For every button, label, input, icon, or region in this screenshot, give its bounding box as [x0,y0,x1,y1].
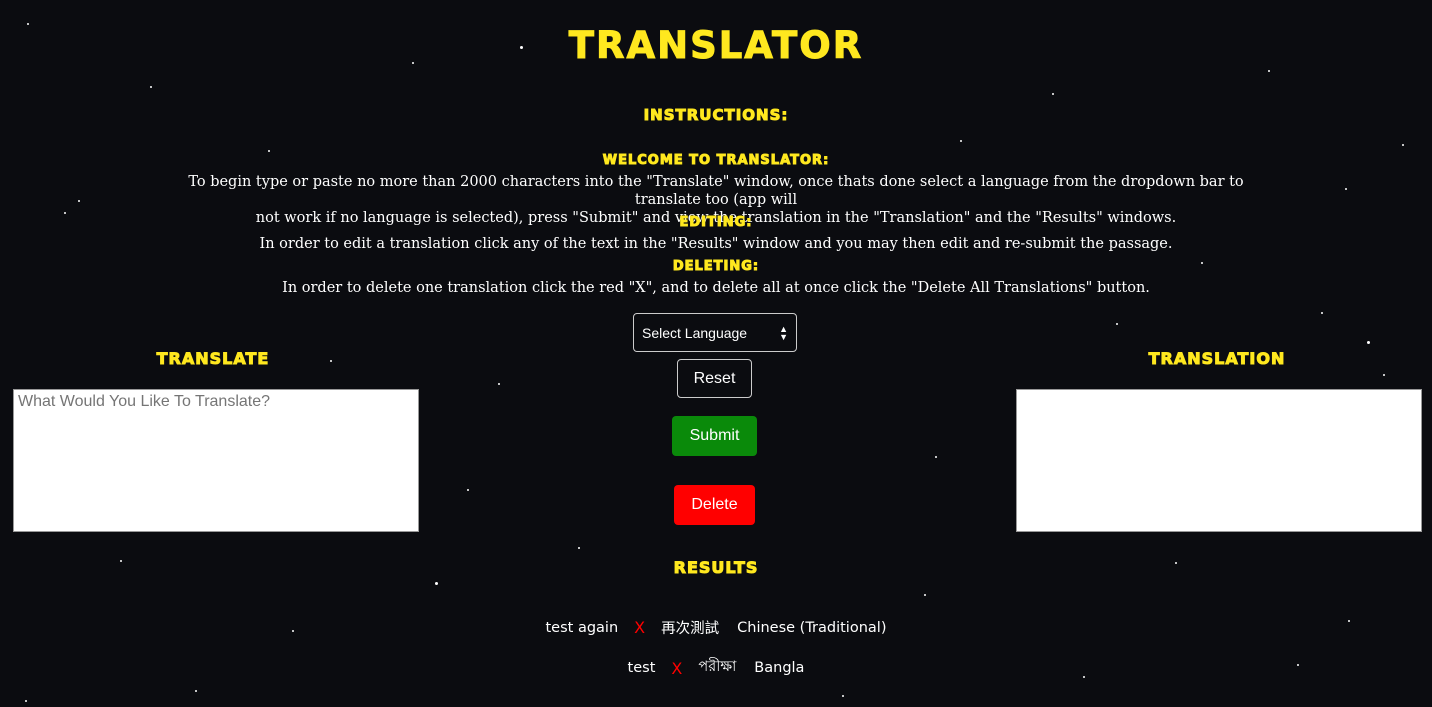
result-row: test X পরীক্ষা Bangla [0,656,1432,680]
result-translated-text[interactable]: পরীক্ষা [698,656,736,680]
delete-result-icon[interactable]: X [671,659,682,678]
result-source-text[interactable]: test [628,660,656,676]
result-language: Bangla [754,660,805,676]
translation-heading: TRANSLATION [1148,349,1286,369]
results-heading: RESULTS [673,558,759,578]
language-select[interactable]: Select Language ▲ ▼ [633,313,797,352]
editing-heading: EDITING: [679,215,753,231]
editing-text: In order to edit a translation click any… [259,236,1173,252]
select-arrows-icon: ▲ ▼ [779,323,788,342]
result-language: Chinese (Traditional) [737,619,887,636]
submit-button[interactable]: Submit [672,416,757,456]
result-source-text[interactable]: test again [546,620,619,636]
result-translated-text[interactable]: 再次測試 [661,617,719,638]
instructions-heading: INSTRUCTIONS: [643,106,789,125]
translate-input[interactable] [13,389,419,532]
delete-result-icon[interactable]: X [634,618,645,637]
deleting-heading: DELETING: [672,259,760,275]
translation-output [1016,389,1422,532]
delete-button[interactable]: Delete [674,485,755,525]
welcome-heading: WELCOME TO TRANSLATOR: [602,153,830,169]
reset-button[interactable]: Reset [677,359,752,398]
deleting-text: In order to delete one translation click… [282,280,1150,296]
welcome-text-line1: To begin type or paste no more than 2000… [188,174,1244,208]
page-title: TRANSLATOR [568,24,864,68]
result-row: test again X 再次測試 Chinese (Traditional) [0,617,1432,638]
translate-heading: TRANSLATE [156,349,270,369]
language-select-label: Select Language [642,324,748,341]
